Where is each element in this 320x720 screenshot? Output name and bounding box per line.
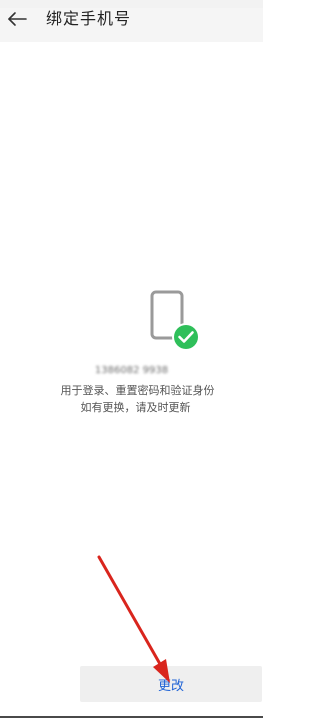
- description-line-1: 用于登录、重置密码和验证身份: [60, 384, 215, 397]
- phone-check-icon: [148, 288, 206, 354]
- description-line-2: 如有更换，请及时更新: [80, 401, 191, 414]
- arrow-left-icon[interactable]: [4, 6, 30, 32]
- change-button[interactable]: 更改: [80, 666, 262, 702]
- masked-phone-number: 1386082 9938: [94, 365, 169, 376]
- page-title: 绑定手机号: [46, 9, 132, 28]
- header-bar: 绑定手机号: [0, 0, 263, 42]
- annotation-arrow-icon: [97, 555, 170, 683]
- status-bar: [0, 0, 263, 8]
- phone-number: 1386082 9938: [0, 365, 263, 377]
- bottom-divider: [0, 716, 263, 718]
